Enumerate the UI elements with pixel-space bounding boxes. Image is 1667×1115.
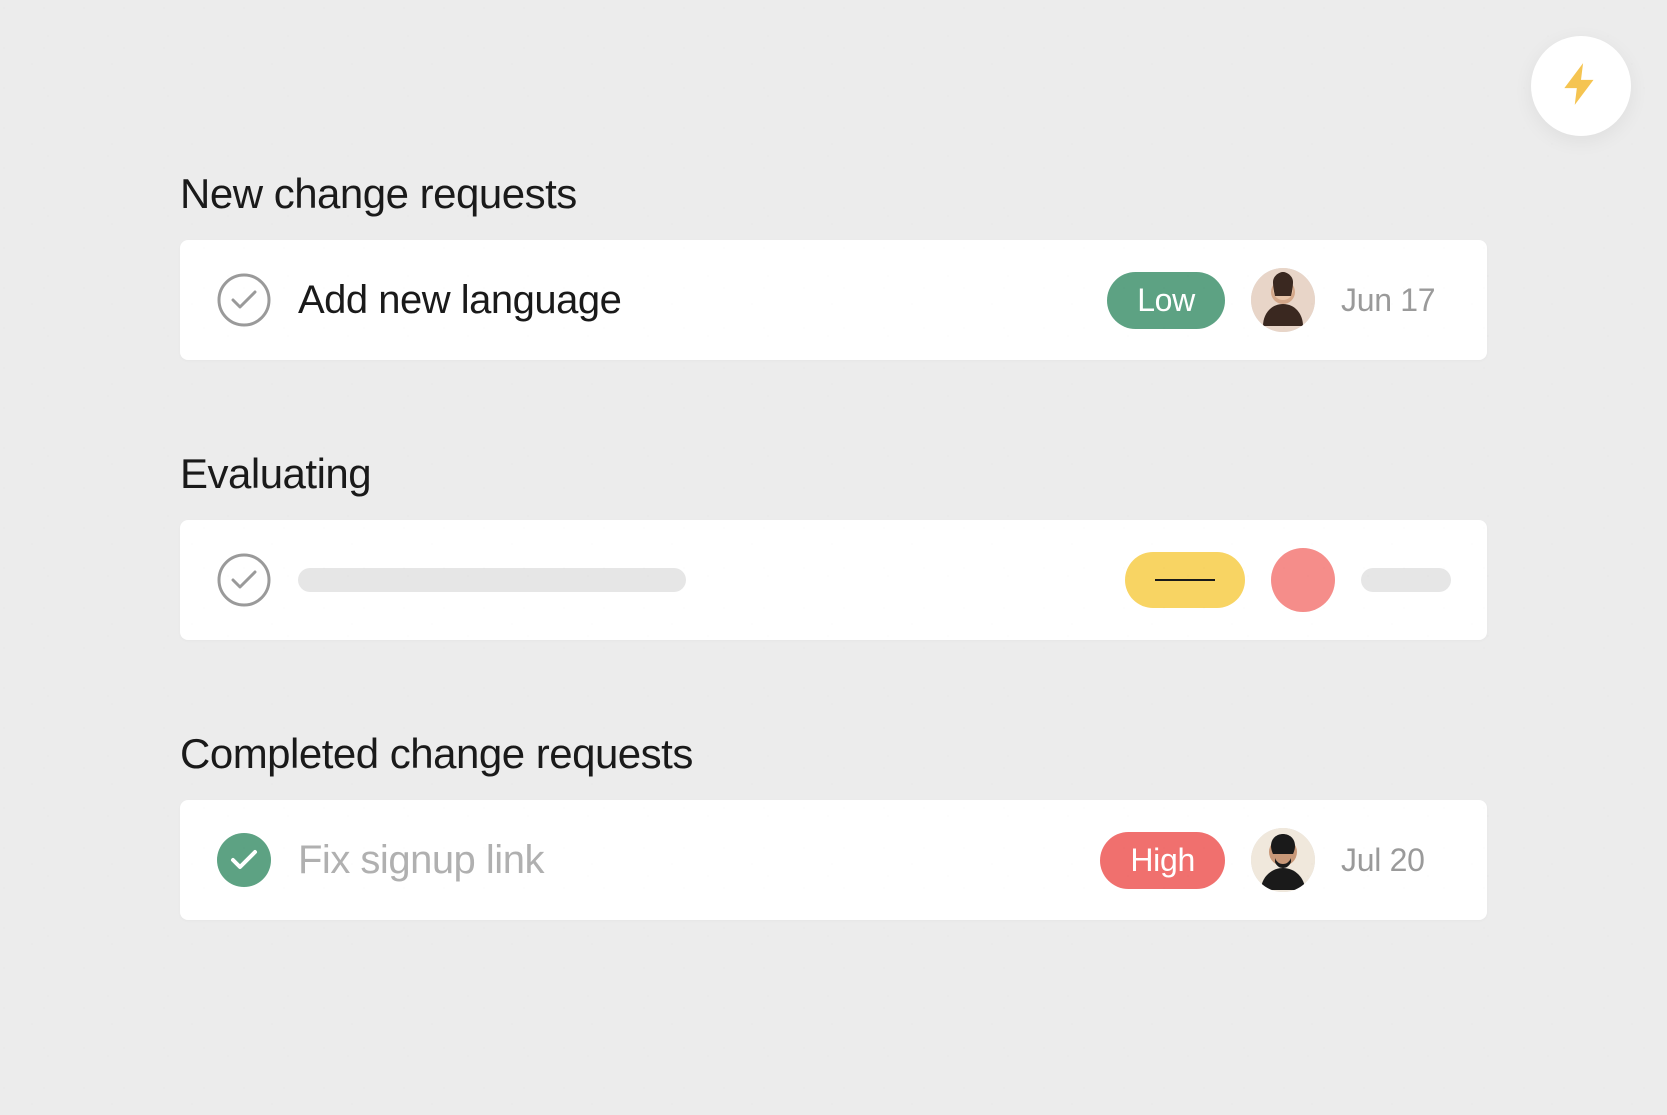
automation-badge[interactable] (1531, 36, 1631, 136)
lightning-icon (1556, 59, 1606, 114)
